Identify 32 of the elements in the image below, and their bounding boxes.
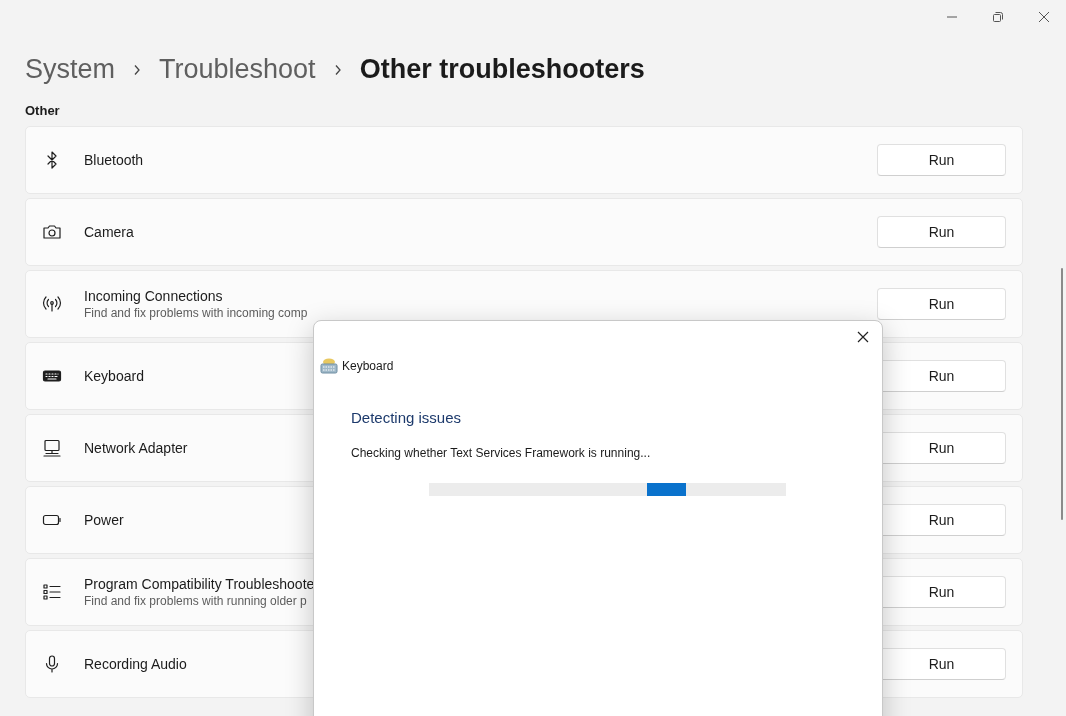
breadcrumb-item[interactable]: System: [25, 54, 116, 85]
troubleshooter-description: Find and fix problems with incoming comp: [84, 306, 308, 320]
section-title: Other: [25, 103, 60, 118]
chevron-icon: [333, 63, 342, 76]
troubleshooter-name: Power: [84, 512, 124, 528]
status-text: Checking whether Text Services Framework is running...: [351, 446, 651, 460]
antenna-icon: [42, 294, 62, 314]
troubleshooter-name: Camera: [84, 224, 134, 240]
camera-icon: [42, 222, 62, 242]
troubleshooter-name: Incoming Connections: [84, 288, 223, 304]
restore-icon: [992, 11, 1004, 23]
troubleshooter-description: Find and fix problems with running older p: [84, 594, 307, 608]
troubleshooter-name: Keyboard: [84, 368, 144, 384]
breadcrumb-item: Other troubleshooters: [359, 54, 645, 85]
troubleshooter-name: Bluetooth: [84, 152, 144, 168]
minimize-icon: [946, 16, 958, 18]
run-button[interactable]: Run: [877, 144, 1006, 176]
run-button[interactable]: Run: [877, 216, 1006, 248]
troubleshooter-name: Recording Audio: [84, 656, 187, 672]
scrollbar[interactable]: [1061, 268, 1063, 520]
monitor-icon: [42, 438, 62, 458]
dialog-heading: Detecting issues: [351, 409, 462, 426]
keyboard-icon: [320, 357, 338, 375]
run-button[interactable]: Run: [877, 288, 1006, 320]
close-icon: [857, 331, 869, 343]
dialog-title: Keyboard: [342, 359, 394, 373]
troubleshooter-name: Program Compatibility Troubleshoote: [84, 576, 315, 592]
chevron-icon: [133, 63, 142, 76]
breadcrumb-item[interactable]: Troubleshoot: [159, 54, 316, 85]
troubleshooter-name: Network Adapter: [84, 440, 188, 456]
list-icon: [42, 582, 62, 602]
close-icon: [1038, 11, 1050, 23]
